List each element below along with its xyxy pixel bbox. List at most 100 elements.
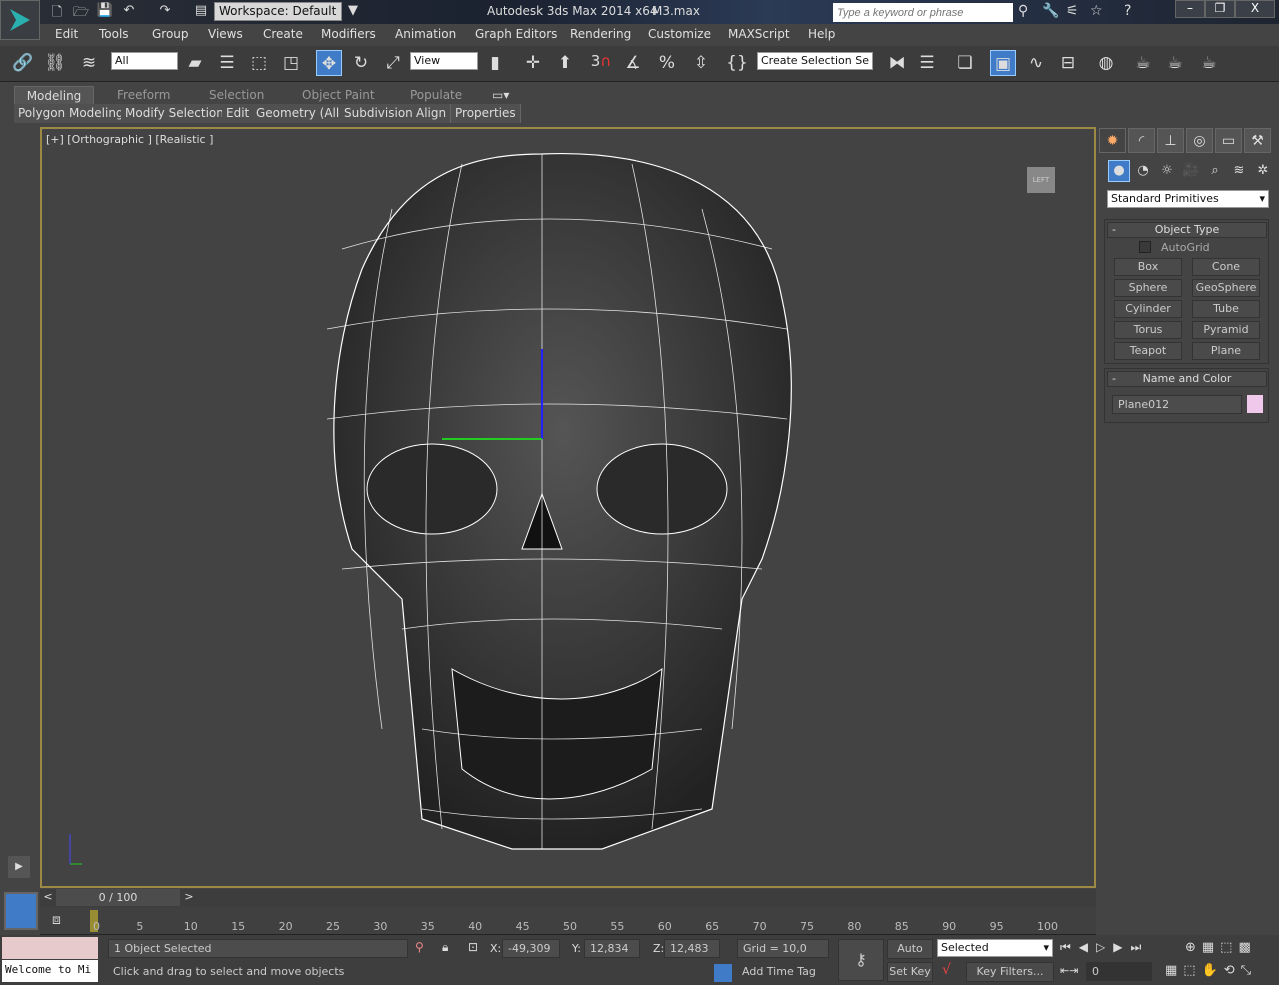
menu-modifiers[interactable]: Modifiers (321, 27, 376, 41)
restore-button[interactable]: ❐ (1205, 0, 1235, 18)
display-panel-tab[interactable]: ▭ (1215, 128, 1242, 153)
teapot-button[interactable]: Teapot (1114, 342, 1182, 360)
set-key-button[interactable]: Set Key (887, 962, 933, 982)
viewport-layout-button[interactable] (4, 892, 38, 930)
category-dropdown[interactable]: Standard Primitives ▾ (1107, 190, 1269, 208)
ribbon-options-icon[interactable]: ▭▾ (486, 86, 515, 105)
subtab-modify-selection[interactable]: Modify Selection (121, 104, 229, 123)
minimize-button[interactable]: – (1175, 0, 1205, 18)
new-file-icon[interactable]: 🗋 (48, 3, 66, 20)
scene-explorer-icon[interactable]: ▣ (990, 50, 1016, 76)
z-coordinate-field[interactable]: 12,483 (664, 939, 720, 958)
select-object-icon[interactable]: ▰ (182, 50, 208, 76)
angle-snap-icon[interactable]: ∡ (620, 50, 646, 76)
close-button[interactable]: X (1235, 0, 1275, 18)
menu-views[interactable]: Views (208, 27, 243, 41)
app-menu-button[interactable] (0, 0, 40, 40)
align-icon[interactable]: ☰ (914, 50, 940, 76)
satellite-icon[interactable]: ⚟ (1066, 3, 1079, 19)
viewcube[interactable]: LEFT (1027, 167, 1055, 193)
subtab-polygon-modeling[interactable]: Polygon Modeling (14, 104, 129, 123)
selection-lock-icon[interactable]: 🔒︎ (442, 940, 448, 955)
tab-populate[interactable]: Populate (404, 86, 468, 105)
menu-maxscript[interactable]: MAXScript (728, 27, 790, 41)
lights-icon[interactable]: ☼ (1156, 160, 1178, 182)
plane-button[interactable]: Plane (1192, 342, 1260, 360)
space-warps-icon[interactable]: ≋ (1228, 160, 1250, 182)
rectangular-selection-icon[interactable]: ⬚ (246, 50, 272, 76)
manipulate-icon[interactable]: ✛ (520, 50, 546, 76)
bind-space-warp-icon[interactable]: ≋ (76, 50, 102, 76)
prev-frame-arrow[interactable]: < (42, 890, 54, 906)
current-frame-field[interactable]: 0 (1086, 962, 1152, 981)
subtab-subdivision[interactable]: Subdivision (340, 104, 418, 123)
modify-panel-tab[interactable]: ◜ (1128, 128, 1155, 153)
spinner-snap-icon[interactable]: ⇳ (688, 50, 714, 76)
render-production-icon[interactable]: ☕ (1196, 50, 1222, 76)
select-by-name-icon[interactable]: ☰ (214, 50, 240, 76)
link-icon[interactable]: 🔗 (10, 50, 36, 76)
add-time-tag-button[interactable]: Add Time Tag (737, 963, 829, 982)
cylinder-button[interactable]: Cylinder (1114, 300, 1182, 318)
time-slider-thumb[interactable]: 0 / 100 (56, 889, 180, 906)
object-name-field[interactable]: Plane012 (1112, 395, 1242, 414)
open-file-icon[interactable]: 🗁 (72, 3, 90, 20)
shapes-icon[interactable]: ◔ (1132, 160, 1154, 182)
sphere-button[interactable]: Sphere (1114, 279, 1182, 297)
pivot-center-icon[interactable]: ▮ (482, 50, 508, 76)
unlink-icon[interactable]: ⛓ (42, 50, 68, 76)
viewport-nav-controls-top[interactable]: ⊕▦⬚▩ (1185, 940, 1257, 955)
y-coordinate-field[interactable]: 12,834 (584, 939, 640, 958)
binoculars-icon[interactable]: ⚲ (1018, 3, 1028, 19)
tube-button[interactable]: Tube (1192, 300, 1260, 318)
edit-named-selection-icon[interactable]: {} (724, 50, 750, 76)
isolate-selection-icon[interactable]: ⚲ (415, 940, 424, 954)
mirror-icon[interactable]: ⧓ (884, 50, 910, 76)
subtab-align[interactable]: Align (412, 104, 452, 123)
select-and-scale-icon[interactable]: ⤢ (380, 50, 406, 76)
motion-panel-tab[interactable]: ◎ (1186, 128, 1213, 153)
schematic-view-icon[interactable]: ⊟ (1055, 50, 1081, 76)
menu-graph-editors[interactable]: Graph Editors (475, 27, 557, 41)
menu-animation[interactable]: Animation (395, 27, 456, 41)
named-selection-dropdown[interactable]: Create Selection Se (757, 52, 873, 70)
keyboard-shortcut-override-icon[interactable]: ⬆ (552, 50, 578, 76)
star-icon[interactable]: ☆ (1090, 3, 1103, 19)
select-and-rotate-icon[interactable]: ↻ (348, 50, 374, 76)
tab-modeling[interactable]: Modeling (14, 86, 94, 105)
maxscript-listener-input[interactable]: Welcome to Mi (2, 960, 98, 982)
set-key-key-icon[interactable]: ⚷ (838, 939, 884, 981)
percent-snap-icon[interactable]: % (654, 50, 680, 76)
project-folder-icon[interactable]: ▤ (192, 3, 210, 20)
redo-icon[interactable]: ↷ (156, 3, 174, 20)
subtab-edit[interactable]: Edit (222, 104, 255, 123)
render-setup-icon[interactable]: ☕ (1130, 50, 1156, 76)
layer-manager-icon[interactable]: ❏ (952, 50, 978, 76)
hierarchy-panel-tab[interactable]: ⊥ (1157, 128, 1184, 153)
key-filters-button[interactable]: Key Filters... (966, 962, 1054, 982)
time-slider[interactable] (40, 889, 1096, 907)
geosphere-button[interactable]: GeoSphere (1192, 279, 1260, 297)
subtab-geometry[interactable]: Geometry (All) (252, 104, 349, 123)
tab-freeform[interactable]: Freeform (111, 86, 176, 105)
viewport-orthographic[interactable]: [+] [Orthographic ] [Realistic ] LEFT (40, 127, 1096, 888)
systems-icon[interactable]: ✲ (1252, 160, 1274, 182)
tab-selection[interactable]: Selection (203, 86, 270, 105)
viewport-nav-controls-bottom[interactable]: ▦⬚✋⟲⤡ (1165, 963, 1257, 978)
create-panel-tab[interactable]: ✹ (1099, 128, 1126, 153)
autogrid-checkbox[interactable] (1139, 241, 1151, 253)
torus-button[interactable]: Torus (1114, 321, 1182, 339)
utilities-panel-tab[interactable]: ⚒ (1244, 128, 1271, 153)
helpers-icon[interactable]: ⌕ (1204, 160, 1226, 182)
reference-coordinate-dropdown[interactable]: View (410, 52, 478, 70)
object-type-header[interactable]: - Object Type (1107, 222, 1267, 238)
window-crossing-icon[interactable]: ◳ (278, 50, 304, 76)
menu-create[interactable]: Create (263, 27, 303, 41)
customize-qa-toolbar-icon[interactable]: ▼ (344, 3, 362, 20)
skull-model[interactable] (42, 129, 1094, 886)
key-tangents-icon[interactable]: √ (942, 962, 951, 978)
next-frame-arrow[interactable]: > (182, 890, 196, 906)
cameras-icon[interactable]: 🎥 (1180, 160, 1202, 182)
undo-icon[interactable]: ↶ (120, 3, 138, 20)
menu-customize[interactable]: Customize (648, 27, 711, 41)
